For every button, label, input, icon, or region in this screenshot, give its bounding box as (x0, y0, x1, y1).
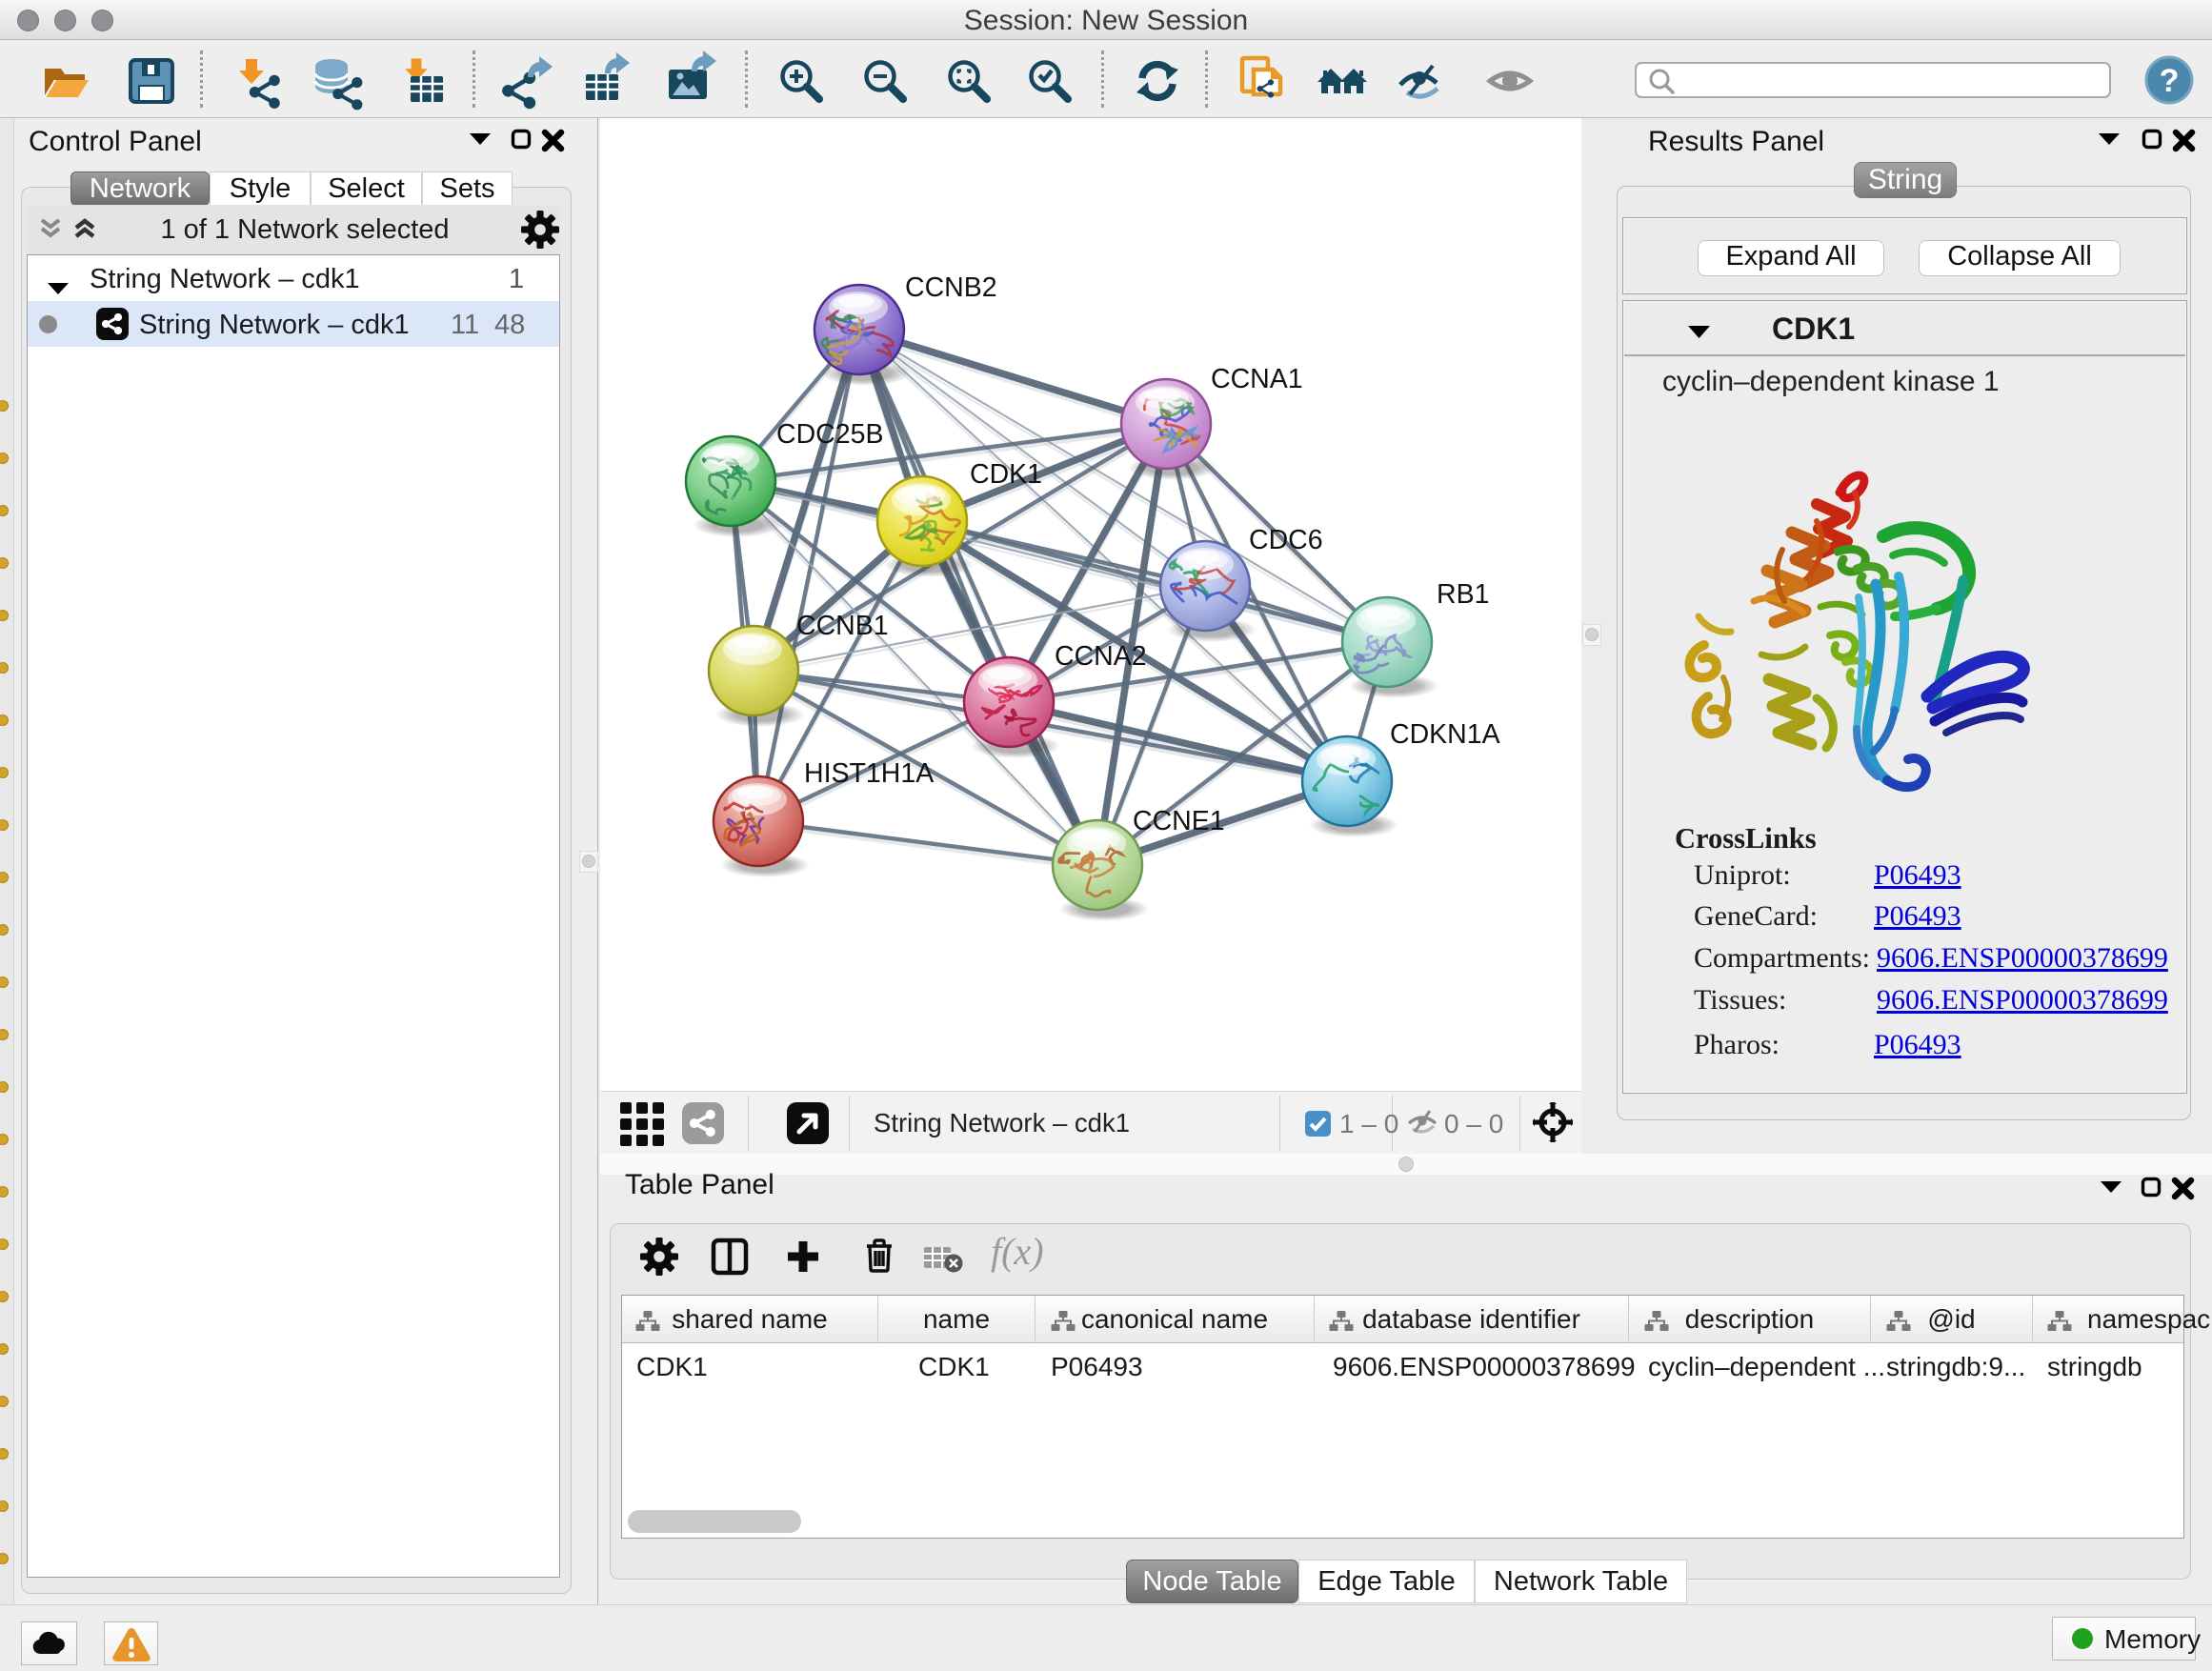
svg-text:CCNE1: CCNE1 (1133, 806, 1225, 836)
svg-text:CCNB1: CCNB1 (796, 611, 889, 641)
svg-text:CDK1: CDK1 (970, 459, 1042, 490)
svg-text:RB1: RB1 (1437, 579, 1489, 610)
svg-text:f(x): f(x) (991, 1232, 1044, 1273)
svg-text:CDKN1A: CDKN1A (1390, 719, 1500, 750)
svg-text:HIST1H1A: HIST1H1A (804, 758, 934, 789)
svg-text:CDC25B: CDC25B (776, 419, 883, 450)
svg-text:?: ? (2160, 63, 2180, 99)
svg-text:CCNA1: CCNA1 (1211, 364, 1303, 394)
svg-text:CDC6: CDC6 (1249, 525, 1323, 555)
svg-text:CCNB2: CCNB2 (905, 272, 997, 303)
svg-text:CCNA2: CCNA2 (1055, 641, 1147, 672)
